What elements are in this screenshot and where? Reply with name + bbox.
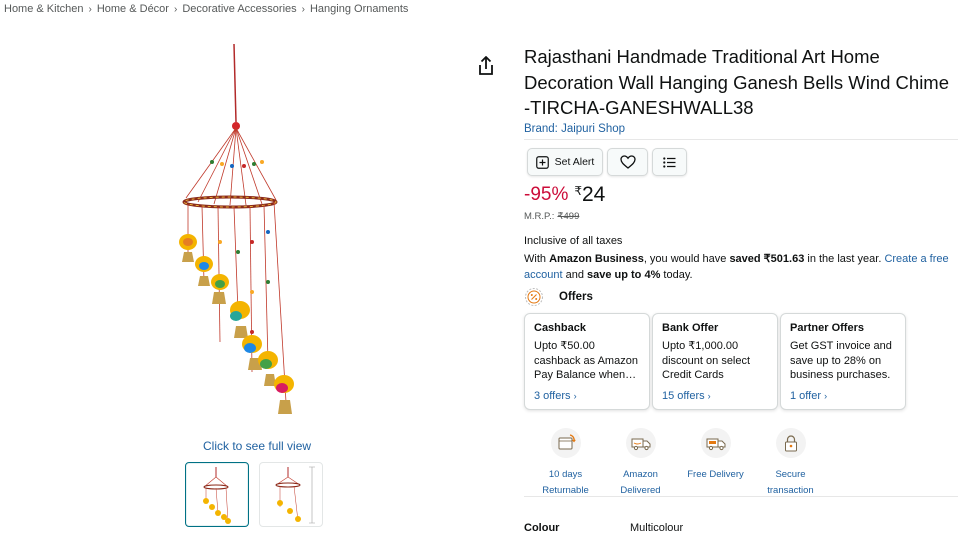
offer-card-partner-offers[interactable]: Partner Offers Get GST invoice and save … <box>780 313 906 410</box>
mrp-label: M.R.P.: <box>524 211 555 222</box>
ganesh-wind-chime-thumbnail <box>203 467 231 524</box>
business-text: in the last year. <box>804 253 885 265</box>
offer-title: Cashback <box>534 322 586 334</box>
feature-label: Free Delivery <box>687 469 744 480</box>
business-savings-note: With Amazon Business, you would have sav… <box>524 251 960 283</box>
padlock-icon <box>775 428 806 458</box>
offer-title: Bank Offer <box>662 322 719 334</box>
business-text: With <box>524 253 550 265</box>
saved-amount: saved ₹501.63 <box>729 253 805 265</box>
breadcrumb-hanging-ornaments[interactable]: Hanging Ornaments <box>310 3 408 15</box>
percent-badge-icon <box>525 288 543 306</box>
feature-free-delivery[interactable]: Free Delivery <box>678 428 753 499</box>
list-icon <box>663 156 676 168</box>
offer-link[interactable]: 1 offer › <box>790 390 897 402</box>
breadcrumb-home-kitchen[interactable]: Home & Kitchen <box>4 3 83 15</box>
set-alert-button[interactable]: Set Alert <box>527 148 603 176</box>
mrp: M.R.P.: ₹499 <box>524 211 579 222</box>
offer-card-bank-offer[interactable]: Bank Offer Upto ₹1,000.00 discount on se… <box>652 313 778 410</box>
brand-link[interactable]: Brand: Jaipuri Shop <box>524 123 625 135</box>
business-text: , you would have <box>643 253 730 265</box>
tax-note: Inclusive of all taxes <box>524 235 623 247</box>
discount-percent: -95% <box>524 184 569 205</box>
offer-title: Partner Offers <box>790 322 864 334</box>
feature-returnable[interactable]: 10 days Returnable <box>528 428 603 499</box>
offer-link-label: 15 offers <box>662 390 705 402</box>
offer-description: Upto ₹1,000.00 discount on select Credit… <box>662 340 751 381</box>
feature-label: 10 days Returnable <box>542 469 589 496</box>
save-up-text: save up to 4% <box>587 269 661 281</box>
feature-label: Amazon Delivered <box>620 469 661 496</box>
offers-header: Offers <box>524 287 593 307</box>
breadcrumb-home-decor[interactable]: Home & Décor <box>97 3 169 15</box>
offer-description: Upto ₹50.00 cashback as Amazon Pay Balan… <box>534 340 638 381</box>
divider <box>524 139 958 140</box>
breadcrumb: Home & Kitchen › Home & Décor › Decorati… <box>4 3 408 15</box>
amazon-business-label: Amazon Business <box>549 253 644 265</box>
main-product-image[interactable] <box>140 42 360 422</box>
return-box-icon <box>550 428 581 458</box>
feature-secure-transaction[interactable]: Secure transaction <box>753 428 828 499</box>
divider <box>524 496 958 497</box>
ganesh-wind-chime-dimensions-thumbnail <box>275 466 315 524</box>
chevron-right-icon: › <box>707 391 711 401</box>
offer-link-label: 1 offer <box>790 390 821 402</box>
feature-row: 10 days Returnable Amazon Delivered Free… <box>528 428 828 499</box>
mrp-value: ₹499 <box>557 211 580 222</box>
breadcrumb-separator: › <box>173 3 178 15</box>
offer-link[interactable]: 3 offers › <box>534 390 641 402</box>
plus-square-icon <box>535 155 549 169</box>
action-bar: Set Alert <box>527 148 687 176</box>
breadcrumb-separator: › <box>301 3 305 15</box>
chevron-right-icon: › <box>573 391 577 401</box>
breadcrumb-decorative-accessories[interactable]: Decorative Accessories <box>182 3 296 15</box>
offers-title: Offers <box>559 291 593 303</box>
set-alert-label: Set Alert <box>554 156 595 168</box>
feature-amazon-delivered[interactable]: Amazon Delivered <box>603 428 678 499</box>
spec-colour-label: Colour <box>524 522 560 534</box>
currency-symbol: ₹ <box>574 184 582 198</box>
thumbnail-1[interactable] <box>185 462 249 527</box>
offer-link[interactable]: 15 offers › <box>662 390 769 402</box>
price-value: 24 <box>582 183 606 206</box>
offer-card-cashback[interactable]: Cashback Upto ₹50.00 cashback as Amazon … <box>524 313 650 410</box>
product-title: Rajasthani Handmade Traditional Art Home… <box>524 46 950 118</box>
ganesh-bells-wind-chime-image <box>179 43 294 414</box>
thumbnail-2[interactable] <box>259 462 323 527</box>
view-full-image-link[interactable]: Click to see full view <box>203 439 311 453</box>
add-to-list-button[interactable] <box>652 148 687 176</box>
share-icon[interactable] <box>476 55 496 77</box>
feature-label: Secure transaction <box>767 469 814 496</box>
delivery-truck-icon <box>625 428 656 458</box>
wishlist-button[interactable] <box>607 148 648 176</box>
breadcrumb-separator: › <box>88 3 92 15</box>
business-text: today. <box>660 269 693 281</box>
offer-description: Get GST invoice and save up to 28% on bu… <box>790 340 892 381</box>
chevron-right-icon: › <box>824 391 828 401</box>
spec-colour-value: Multicolour <box>630 522 684 534</box>
price-block: -95% ₹ 24 <box>524 182 605 208</box>
free-delivery-truck-icon <box>700 428 731 458</box>
business-text: and <box>562 269 587 281</box>
heart-icon <box>619 155 636 169</box>
offer-link-label: 3 offers <box>534 390 571 402</box>
